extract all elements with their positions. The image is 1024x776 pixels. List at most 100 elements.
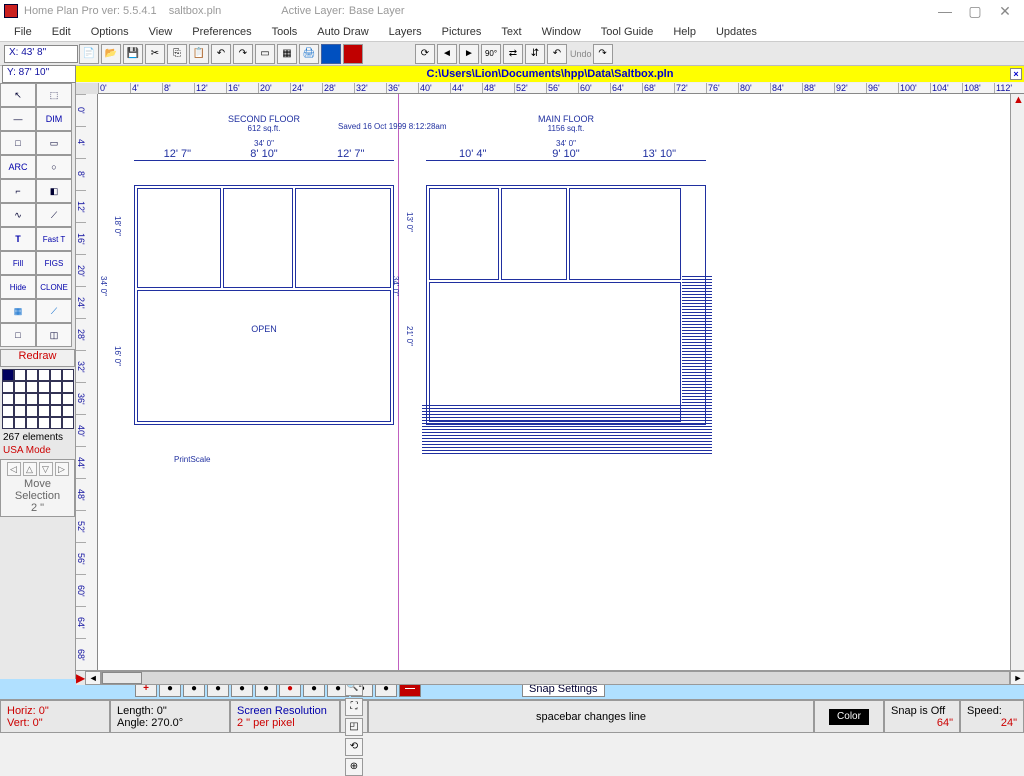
refresh-icon[interactable]: ⟳ [415, 44, 435, 64]
redraw-button[interactable]: Redraw [0, 349, 75, 367]
tool-rect1[interactable]: □ [0, 131, 36, 155]
path-close-icon[interactable]: × [1010, 68, 1022, 80]
tool-shape1[interactable]: ◧ [36, 179, 72, 203]
coord-x: X: 43' 8" [4, 45, 78, 63]
status-resolution[interactable]: Screen Resolution 2 " per pixel [230, 700, 340, 733]
tool-clone[interactable]: CLONE [36, 275, 72, 299]
tool-dim[interactable]: DIM [36, 107, 72, 131]
prev-icon[interactable]: ◄ [437, 44, 457, 64]
menu-edit[interactable]: Edit [42, 24, 81, 40]
main-toolbar: X: 43' 8" 📄 📂 💾 ✂ ⎘ 📋 ↶ ↷ ▭ ▦ 🖨 ⟳ ◄ ► 90… [0, 42, 1024, 66]
tool-box2[interactable]: ◫ [36, 323, 72, 347]
move-up-icon[interactable]: △ [23, 462, 37, 476]
color-button[interactable]: Color [829, 709, 869, 725]
rotate-right-icon[interactable]: ↷ [233, 44, 253, 64]
menu-text[interactable]: Text [491, 24, 531, 40]
scrollbar-horizontal[interactable]: ▶ ◄ ► [76, 670, 1024, 685]
tool-figs[interactable]: FIGS [36, 251, 72, 275]
file-path: C:\Users\Lion\Documents\hpp\Data\Saltbox… [427, 68, 674, 80]
canvas-area: 0'4'8'12'16'20'24'28'32'36'40'44'48'52'5… [76, 83, 1024, 679]
scroll-thumb[interactable] [102, 672, 142, 684]
tool-hide[interactable]: Hide [0, 275, 36, 299]
close-button[interactable]: ✕ [990, 3, 1020, 20]
menu-layers[interactable]: Layers [379, 24, 432, 40]
menu-file[interactable]: File [4, 24, 42, 40]
zoom-all-icon[interactable]: ⊕ [345, 758, 363, 776]
coord-y: Y: 87' 10" [2, 65, 76, 83]
next-icon[interactable]: ► [459, 44, 479, 64]
menu-tools[interactable]: Tools [262, 24, 308, 40]
tool-diag[interactable]: ⟋ [36, 203, 72, 227]
redo-icon[interactable]: ↷ [593, 44, 613, 64]
mirror-icon[interactable]: ⇄ [503, 44, 523, 64]
layer-blue-icon[interactable] [321, 44, 341, 64]
zoom-fit-icon[interactable]: ⛶ [345, 698, 363, 716]
tool-pointer[interactable]: ↖ [0, 83, 36, 107]
copy-icon[interactable]: ⎘ [167, 44, 187, 64]
select-icon[interactable]: ▭ [255, 44, 275, 64]
active-layer-label: Active Layer: [281, 5, 345, 17]
open-icon[interactable]: 📂 [101, 44, 121, 64]
status-hint: spacebar changes line [368, 700, 814, 733]
minimize-button[interactable]: — [930, 3, 960, 19]
tool-hatch[interactable]: ▦ [0, 299, 36, 323]
menu-updates[interactable]: Updates [706, 24, 767, 40]
menu-options[interactable]: Options [81, 24, 139, 40]
menu-view[interactable]: View [139, 24, 183, 40]
layer-red-icon[interactable] [343, 44, 363, 64]
color-palette[interactable] [2, 369, 74, 429]
menu-bar: File Edit Options View Preferences Tools… [0, 22, 1024, 42]
menu-window[interactable]: Window [532, 24, 591, 40]
tool-arc[interactable]: ARC [0, 155, 36, 179]
flip-icon[interactable]: ⇵ [525, 44, 545, 64]
tool-fill[interactable]: Fill [0, 251, 36, 275]
grid-icon[interactable]: ▦ [277, 44, 297, 64]
menu-help[interactable]: Help [663, 24, 706, 40]
ruler-horizontal[interactable]: 0'4'8'12'16'20'24'28'32'36'40'44'48'52'5… [98, 83, 1024, 94]
usa-mode[interactable]: USA Mode [0, 444, 75, 457]
zoom-prev-icon[interactable]: ⟲ [345, 738, 363, 756]
status-horiz-vert: Horiz: 0" Vert: 0" [0, 700, 110, 733]
rotate-left-icon[interactable]: ↶ [211, 44, 231, 64]
menu-preferences[interactable]: Preferences [182, 24, 261, 40]
tool-text[interactable]: T [0, 227, 36, 251]
tool-curve[interactable]: ∿ [0, 203, 36, 227]
scroll-right-icon[interactable]: ► [1010, 671, 1024, 685]
status-speed[interactable]: Speed: 24" [960, 700, 1024, 733]
tool-box1[interactable]: □ [0, 323, 36, 347]
tool-corner[interactable]: ⌐ [0, 179, 36, 203]
angle90-icon[interactable]: 90° [481, 44, 501, 64]
move-left-icon[interactable]: ◁ [7, 462, 21, 476]
tool-circle[interactable]: ○ [36, 155, 72, 179]
file-name: saltbox.pln [169, 5, 222, 17]
tool-line[interactable]: — [0, 107, 36, 131]
app-title: Home Plan Pro ver: 5.5.4.1 [24, 5, 157, 17]
move-label2: Selection [3, 490, 72, 502]
status-snap[interactable]: Snap is Off 64" [884, 700, 960, 733]
cut-icon[interactable]: ✂ [145, 44, 165, 64]
move-label3: 2 " [3, 502, 72, 514]
menu-pictures[interactable]: Pictures [432, 24, 492, 40]
scroll-track[interactable] [101, 671, 1010, 685]
menu-toolguide[interactable]: Tool Guide [591, 24, 664, 40]
print-icon[interactable]: 🖨 [299, 44, 319, 64]
paste-icon[interactable]: 📋 [189, 44, 209, 64]
scroll-left-icon[interactable]: ◄ [85, 671, 101, 685]
tool-fasttext[interactable]: Fast T [36, 227, 72, 251]
move-down-icon[interactable]: ▽ [39, 462, 53, 476]
menu-autodraw[interactable]: Auto Draw [307, 24, 378, 40]
undo-icon[interactable]: ↶ [547, 44, 567, 64]
tool-select-area[interactable]: ⬚ [36, 83, 72, 107]
left-tool-panel: ↖ ⬚ — DIM □ ▭ ARC ○ ⌐ ◧ ∿ ⟋ T Fast T Fil… [0, 83, 76, 679]
move-right-icon[interactable]: ▷ [55, 462, 69, 476]
element-count: 267 elements [0, 431, 75, 444]
tool-line2[interactable]: ⟋ [36, 299, 72, 323]
zoom-window-icon[interactable]: ◰ [345, 718, 363, 736]
ruler-vertical[interactable]: 0'4'8'12'16'20'24'28'32'36'40'44'48'52'5… [76, 94, 98, 670]
tool-rect2[interactable]: ▭ [36, 131, 72, 155]
new-icon[interactable]: 📄 [79, 44, 99, 64]
scrollbar-vertical[interactable]: ▲ [1010, 94, 1024, 670]
maximize-button[interactable]: ▢ [960, 3, 990, 20]
drawing-canvas[interactable]: SECOND FLOOR 612 sq.ft. 34' 0" 12' 7" 8'… [98, 94, 1010, 670]
save-icon[interactable]: 💾 [123, 44, 143, 64]
